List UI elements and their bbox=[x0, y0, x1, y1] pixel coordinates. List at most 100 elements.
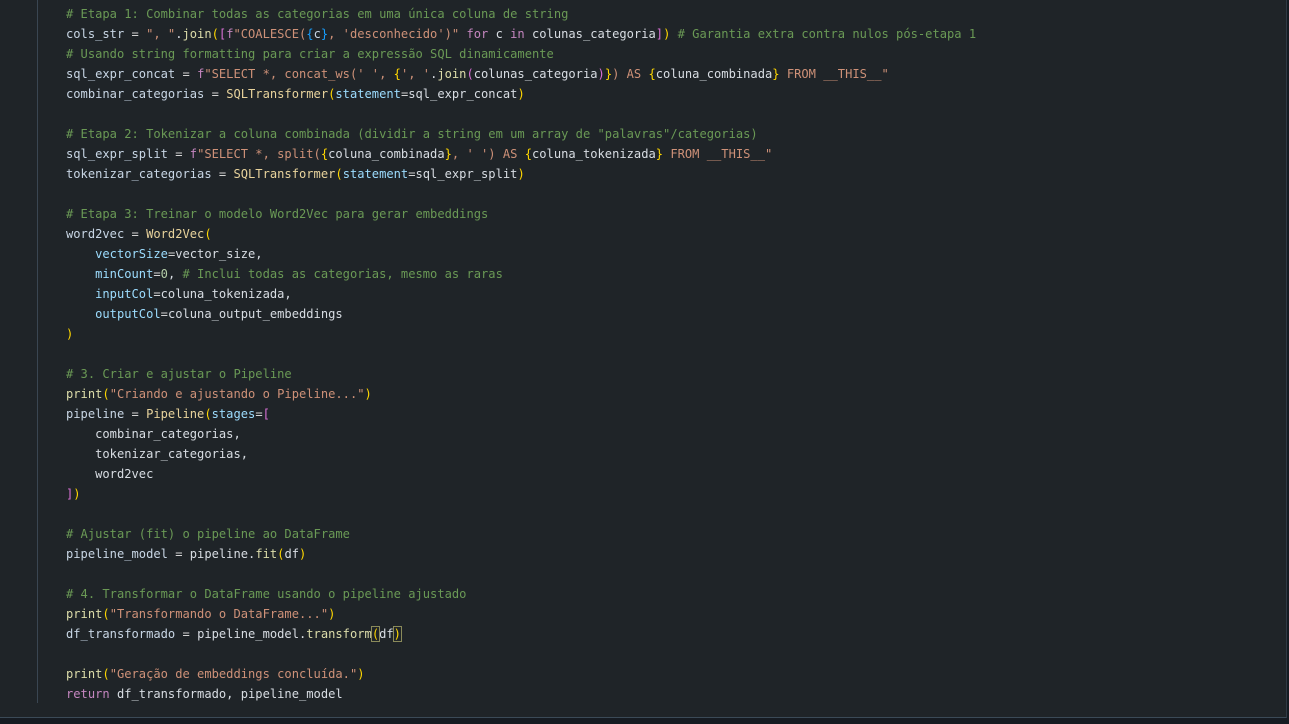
code-line[interactable]: inputCol=coluna_tokenizada, bbox=[66, 284, 976, 304]
code-token-str: FROM __THIS__" bbox=[779, 67, 889, 81]
code-line[interactable]: # Etapa 1: Combinar todas as categorias … bbox=[66, 4, 976, 24]
code-line[interactable] bbox=[66, 104, 976, 124]
code-line[interactable]: sql_expr_split = f"SELECT *, split({colu… bbox=[66, 144, 976, 164]
code-line[interactable]: combinar_categorias, bbox=[66, 424, 976, 444]
code-line[interactable]: vectorSize=vector_size, bbox=[66, 244, 976, 264]
code-token-comment: # Inclui todas as categorias, mesmo as r… bbox=[182, 267, 503, 281]
code-line[interactable]: cols_str = ", ".join([f"COALESCE({c}, 'd… bbox=[66, 24, 976, 44]
code-line[interactable]: print("Geração de embeddings concluída."… bbox=[66, 664, 976, 684]
code-token-plain: coluna_tokenizada, bbox=[160, 287, 292, 301]
code-line[interactable]: sql_expr_concat = f"SELECT *, concat_ws(… bbox=[66, 64, 976, 84]
code-token-br1: } bbox=[772, 67, 780, 81]
code-block[interactable]: # Etapa 1: Combinar todas as categorias … bbox=[66, 4, 976, 704]
code-token-br1: ( bbox=[211, 27, 219, 41]
code-token-br2: ( bbox=[466, 67, 474, 81]
code-line[interactable]: word2vec = Word2Vec( bbox=[66, 224, 976, 244]
code-line[interactable]: df_transformado = pipeline_model.transfo… bbox=[66, 624, 976, 644]
code-token-op: = bbox=[408, 167, 416, 181]
code-line[interactable]: word2vec bbox=[66, 464, 976, 484]
code-token-param: inputCol bbox=[95, 287, 154, 301]
code-token-br1: ( bbox=[335, 167, 343, 181]
code-token-var: word2vec bbox=[66, 227, 125, 241]
code-token-str: ", " bbox=[146, 27, 176, 41]
code-line[interactable]: ) bbox=[66, 324, 976, 344]
code-token-cls: Word2Vec bbox=[146, 227, 205, 241]
code-token-br1: } bbox=[655, 147, 664, 161]
bracket-match-highlight: ) bbox=[392, 626, 402, 642]
code-token-plain: vector_size, bbox=[175, 247, 263, 261]
code-token-kw: f bbox=[189, 147, 198, 161]
code-token-plain: . bbox=[175, 27, 183, 41]
code-line[interactable]: # Etapa 2: Tokenizar a coluna combinada … bbox=[66, 124, 976, 144]
code-token-comment: # 4. Transformar o DataFrame usando o pi… bbox=[66, 587, 467, 601]
code-token-fn: transform bbox=[306, 627, 372, 641]
code-line[interactable]: pipeline_model = pipeline.fit(df) bbox=[66, 544, 976, 564]
code-line[interactable]: tokenizar_categorias = SQLTransformer(st… bbox=[66, 164, 976, 184]
code-line[interactable]: # Etapa 3: Treinar o modelo Word2Vec par… bbox=[66, 204, 976, 224]
code-token-str: ) AS bbox=[612, 67, 649, 81]
code-token-comment: # Etapa 3: Treinar o modelo Word2Vec par… bbox=[66, 207, 489, 221]
code-token-cls: SQLTransformer bbox=[233, 167, 336, 181]
code-token-str: , 'desconhecido')" bbox=[328, 27, 460, 41]
code-line[interactable]: print("Transformando o DataFrame...") bbox=[66, 604, 976, 624]
code-line[interactable]: # 3. Criar e ajustar o Pipeline bbox=[66, 364, 976, 384]
code-token-br1: ) bbox=[66, 327, 74, 341]
code-line[interactable]: # Ajustar (fit) o pipeline ao DataFrame bbox=[66, 524, 976, 544]
code-token-plain: tokenizar_categorias, bbox=[66, 447, 249, 461]
code-line[interactable] bbox=[66, 344, 976, 364]
code-token-num: 0 bbox=[160, 267, 168, 281]
indent-guide bbox=[37, 0, 38, 703]
code-line[interactable]: combinar_categorias = SQLTransformer(sta… bbox=[66, 84, 976, 104]
code-line[interactable]: print("Criando e ajustando o Pipeline...… bbox=[66, 384, 976, 404]
code-line[interactable] bbox=[66, 184, 976, 204]
code-token-br1: ( bbox=[102, 607, 110, 621]
code-line[interactable] bbox=[66, 504, 976, 524]
code-token-param: statement bbox=[335, 87, 401, 101]
code-token-plain: pipeline. bbox=[189, 547, 256, 561]
code-token-plain: pipeline_model. bbox=[197, 627, 307, 641]
code-token-param: outputCol bbox=[95, 307, 161, 321]
code-token-br1: ( bbox=[204, 227, 212, 241]
code-token-br1: { bbox=[648, 67, 656, 81]
code-token-br1: ( bbox=[102, 667, 110, 681]
code-token-op: = bbox=[153, 267, 161, 281]
code-token-cls: SQLTransformer bbox=[226, 87, 329, 101]
code-token-comment: # Ajustar (fit) o pipeline ao DataFrame bbox=[66, 527, 350, 541]
code-token-br1: { bbox=[393, 67, 401, 81]
code-token-br1: } bbox=[444, 147, 452, 161]
code-line[interactable]: return df_transformado, pipeline_model bbox=[66, 684, 976, 704]
code-token-var: combinar_categorias bbox=[66, 87, 205, 101]
code-line[interactable]: ]) bbox=[66, 484, 976, 504]
code-line[interactable]: outputCol=coluna_output_embeddings bbox=[66, 304, 976, 324]
code-token-plain: colunas_categoria bbox=[473, 67, 598, 81]
code-line[interactable]: pipeline = Pipeline(stages=[ bbox=[66, 404, 976, 424]
code-line[interactable]: # Usando string formatting para criar a … bbox=[66, 44, 976, 64]
code-line[interactable] bbox=[66, 564, 976, 584]
code-token-comment: # Usando string formatting para criar a … bbox=[66, 47, 554, 61]
code-line[interactable]: tokenizar_categorias, bbox=[66, 444, 976, 464]
code-line[interactable] bbox=[66, 644, 976, 664]
code-token-fn: print bbox=[66, 607, 103, 621]
code-token-comment: # 3. Criar e ajustar o Pipeline bbox=[66, 367, 292, 381]
code-token-br1: ) bbox=[364, 387, 372, 401]
code-line[interactable]: minCount=0, # Inclui todas as categorias… bbox=[66, 264, 976, 284]
code-token-br1: ) bbox=[299, 547, 307, 561]
code-line[interactable]: # 4. Transformar o DataFrame usando o pi… bbox=[66, 584, 976, 604]
code-token-comment: # Etapa 2: Tokenizar a coluna combinada … bbox=[66, 127, 758, 141]
code-editor[interactable]: # Etapa 1: Combinar todas as categorias … bbox=[0, 0, 1287, 718]
code-token-str: "SELECT *, split( bbox=[197, 147, 321, 161]
code-token-op: = bbox=[167, 547, 190, 561]
code-token-br1: ( bbox=[204, 407, 212, 421]
code-token-br1: } bbox=[604, 67, 613, 81]
code-token-param: stages bbox=[211, 407, 256, 421]
code-token-comment: # Garantia extra contra nulos pós-etapa … bbox=[677, 27, 977, 41]
code-token-br1: ( bbox=[102, 387, 110, 401]
code-token-br2: [ bbox=[262, 407, 270, 421]
code-token-br1: { bbox=[524, 147, 532, 161]
code-token-str: "Geração de embeddings concluída." bbox=[109, 667, 358, 681]
code-token-op: = bbox=[255, 407, 263, 421]
code-token-br2: ) bbox=[597, 67, 605, 81]
code-token-op: = bbox=[124, 407, 147, 421]
